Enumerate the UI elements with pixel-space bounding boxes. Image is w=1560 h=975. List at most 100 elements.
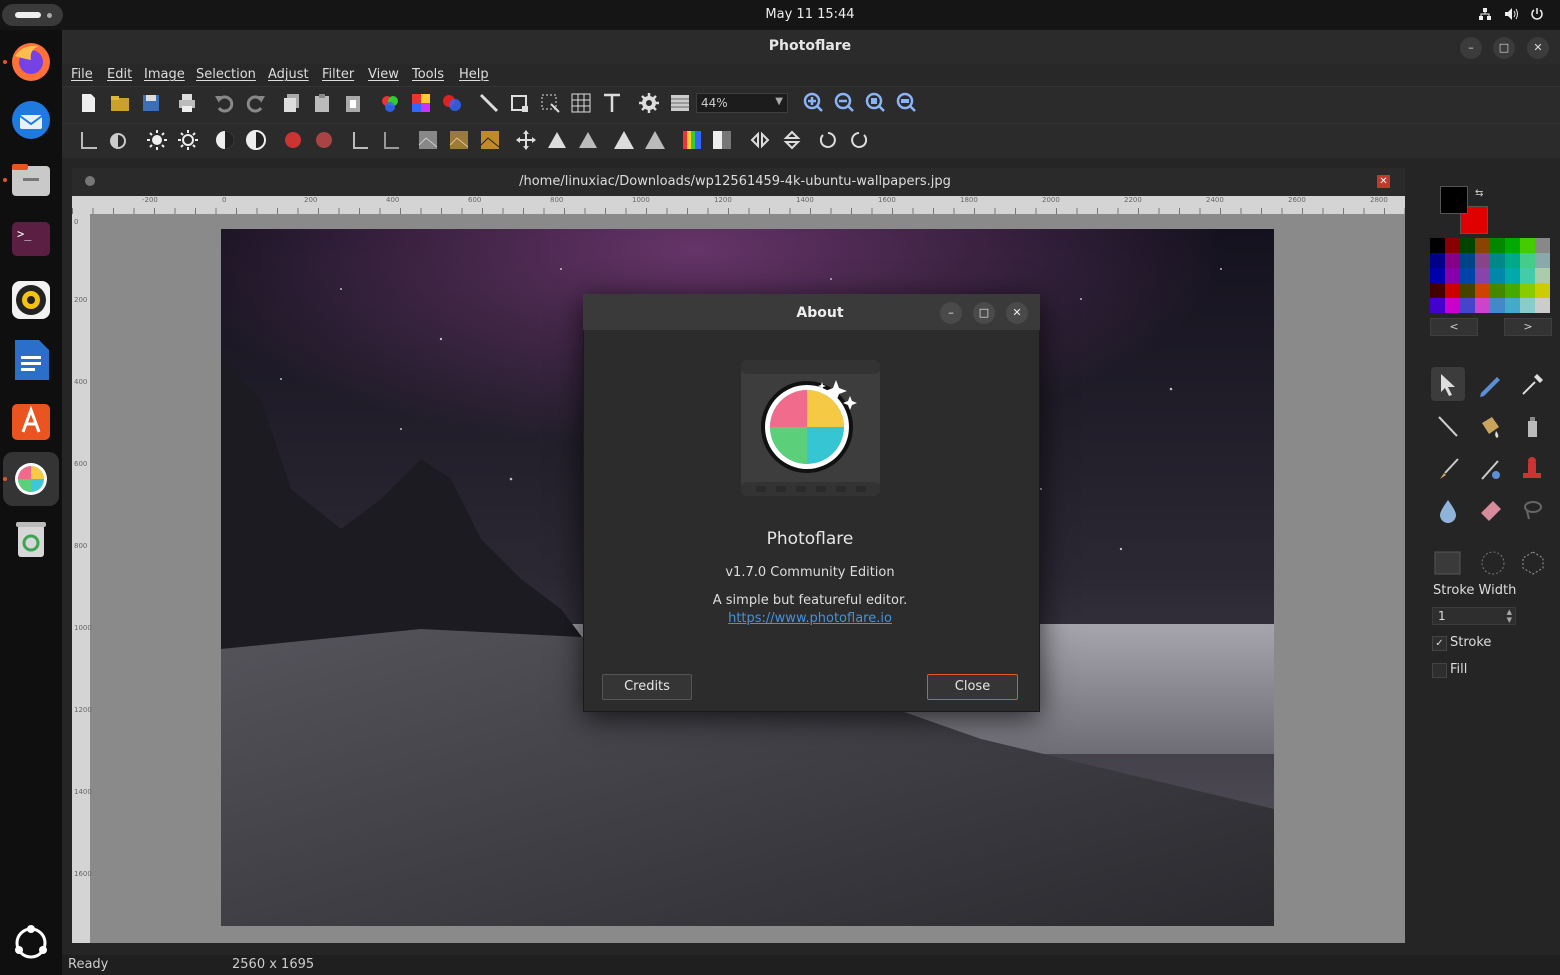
palette-swatch[interactable]: [1490, 283, 1505, 298]
paintbrush-tool-icon[interactable]: [1431, 451, 1465, 485]
polygon-shape-icon[interactable]: [1516, 546, 1550, 580]
color-channels-icon[interactable]: [379, 92, 401, 114]
gamma-down-icon[interactable]: [380, 129, 402, 151]
libreoffice-writer-icon[interactable]: [9, 338, 53, 382]
spin-arrows-icon[interactable]: ▲ ▼: [1507, 608, 1512, 624]
text-icon[interactable]: [601, 92, 623, 114]
save-icon[interactable]: [140, 92, 162, 114]
grid-icon[interactable]: [570, 92, 592, 114]
levels-icon[interactable]: [78, 129, 100, 151]
menu-file[interactable]: File: [71, 67, 93, 82]
palette-swatch[interactable]: [1535, 298, 1550, 313]
palette-swatch[interactable]: [1505, 253, 1520, 268]
palette-swatch[interactable]: [1475, 253, 1490, 268]
fill-checkbox[interactable]: [1432, 663, 1447, 678]
smart-brush-tool-icon[interactable]: [1473, 451, 1507, 485]
palette-swatch[interactable]: [1520, 283, 1535, 298]
stamp-tool-icon[interactable]: [1515, 451, 1549, 485]
palette-swatch[interactable]: [1460, 253, 1475, 268]
zoom-actual-icon[interactable]: [895, 91, 917, 113]
credits-button[interactable]: Credits: [602, 674, 692, 700]
zoom-fit-icon[interactable]: [864, 91, 886, 113]
palette-swatch[interactable]: [1490, 268, 1505, 283]
palette-swatch[interactable]: [1520, 238, 1535, 253]
dialog-close-icon[interactable]: ✕: [1006, 302, 1028, 324]
menu-image[interactable]: Image: [144, 67, 185, 82]
lasso-tool-icon[interactable]: [1515, 493, 1549, 527]
blur-tool-icon[interactable]: [1431, 493, 1465, 527]
paint-bucket-tool-icon[interactable]: [1473, 409, 1507, 443]
zoom-combo[interactable]: 44% ▼: [696, 93, 788, 113]
menu-filter[interactable]: Filter: [322, 67, 354, 82]
settings-icon[interactable]: [638, 92, 660, 114]
zoom-out-icon[interactable]: [833, 91, 855, 113]
color-palette-icon[interactable]: [410, 92, 432, 114]
palette-swatch[interactable]: [1430, 268, 1445, 283]
palette-swatch[interactable]: [1505, 298, 1520, 313]
spray-can-tool-icon[interactable]: [1515, 409, 1549, 443]
close-window-button[interactable]: ✕: [1527, 37, 1549, 59]
palette-swatch[interactable]: [1490, 238, 1505, 253]
sharpen-icon[interactable]: [546, 129, 568, 151]
menu-adjust[interactable]: Adjust: [268, 67, 309, 82]
stroke-checkbox[interactable]: ✓: [1432, 636, 1447, 651]
brightness-down-icon[interactable]: [177, 129, 199, 151]
close-button[interactable]: Close: [927, 674, 1018, 700]
close-document-icon[interactable]: ✕: [1377, 175, 1390, 188]
contrast-down-icon[interactable]: [245, 129, 267, 151]
rotate-cw-icon[interactable]: [848, 129, 870, 151]
copy-icon[interactable]: [281, 92, 303, 114]
palette-swatch[interactable]: [1430, 298, 1445, 313]
dialog-minimize-button[interactable]: –: [940, 302, 962, 324]
redo-icon[interactable]: [245, 92, 267, 114]
files-icon[interactable]: [9, 158, 53, 202]
palette-swatch[interactable]: [1445, 238, 1460, 253]
paste-icon[interactable]: [311, 92, 333, 114]
flip-vertical-icon[interactable]: [781, 129, 803, 151]
volume-icon[interactable]: [1503, 7, 1519, 23]
about-website-link[interactable]: https://www.photoflare.io: [660, 611, 960, 626]
color-mix-icon[interactable]: [441, 92, 463, 114]
saturation-up-icon[interactable]: [282, 129, 304, 151]
color-palette[interactable]: [1430, 238, 1550, 314]
soften-icon[interactable]: [577, 129, 599, 151]
dialog-maximize-button[interactable]: □: [973, 302, 995, 324]
palette-swatch[interactable]: [1445, 298, 1460, 313]
palette-swatch[interactable]: [1475, 238, 1490, 253]
palette-swatch[interactable]: [1430, 253, 1445, 268]
maximize-button[interactable]: □: [1493, 37, 1515, 59]
app-center-icon[interactable]: [9, 398, 53, 442]
hue-icon[interactable]: [681, 129, 703, 151]
palette-swatch[interactable]: [1475, 283, 1490, 298]
palette-swatch[interactable]: [1445, 253, 1460, 268]
swap-colors-icon[interactable]: ⇆: [1475, 188, 1483, 199]
old-photo-icon[interactable]: [479, 129, 501, 151]
stroke-width-input[interactable]: 1 ▲ ▼: [1432, 607, 1516, 625]
soften-more-icon[interactable]: [644, 129, 666, 151]
trash-icon[interactable]: [9, 517, 53, 561]
network-icon[interactable]: [1477, 7, 1493, 23]
palette-swatch[interactable]: [1490, 298, 1505, 313]
invert-icon[interactable]: [711, 129, 733, 151]
menu-help[interactable]: Help: [459, 67, 489, 82]
ellipse-shape-icon[interactable]: [1476, 546, 1510, 580]
palette-swatch[interactable]: [1535, 283, 1550, 298]
print-icon[interactable]: [176, 92, 198, 114]
new-file-icon[interactable]: [77, 92, 99, 114]
palette-swatch[interactable]: [1445, 283, 1460, 298]
grayscale-icon[interactable]: [417, 129, 439, 151]
palette-swatch[interactable]: [1460, 283, 1475, 298]
clock[interactable]: May 11 15:44: [700, 7, 920, 22]
eraser-tool-icon[interactable]: [1473, 493, 1507, 527]
crop-icon[interactable]: [508, 92, 530, 114]
palette-swatch[interactable]: [1430, 238, 1445, 253]
contrast-up-icon[interactable]: [214, 129, 236, 151]
line-tool-icon[interactable]: [1431, 409, 1465, 443]
palette-next-button[interactable]: >: [1504, 318, 1552, 336]
palette-swatch[interactable]: [1490, 253, 1505, 268]
sepia-icon[interactable]: [448, 129, 470, 151]
pointer-tool-icon[interactable]: [1431, 367, 1465, 401]
saturation-down-icon[interactable]: [313, 129, 335, 151]
sharpen-more-icon[interactable]: [613, 129, 635, 151]
line-icon[interactable]: [478, 92, 500, 114]
